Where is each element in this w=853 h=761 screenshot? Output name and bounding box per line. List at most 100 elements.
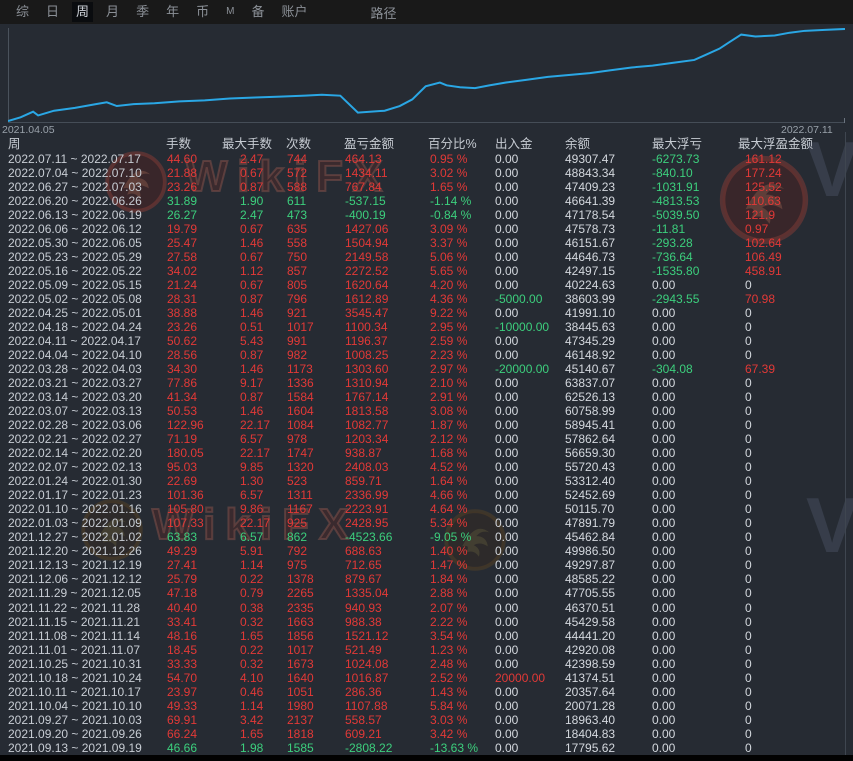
table-row[interactable]: 2022.05.09 ~ 2022.05.1521.240.678051620.… bbox=[0, 278, 853, 292]
table-row[interactable]: 2022.06.06 ~ 2022.06.1219.790.676351427.… bbox=[0, 222, 853, 236]
menu-item-4[interactable]: 月 bbox=[102, 2, 123, 22]
table-row[interactable]: 2021.09.13 ~ 2021.09.1946.661.981585-280… bbox=[0, 741, 853, 755]
table-row[interactable]: 2022.03.07 ~ 2022.03.1350.531.4616041813… bbox=[0, 404, 853, 418]
cell-times: 1336 bbox=[287, 376, 314, 390]
cell-max-float-loss: -840.10 bbox=[652, 166, 693, 180]
cell-percent: 3.02 % bbox=[430, 166, 467, 180]
table-row[interactable]: 2021.10.04 ~ 2021.10.1049.331.1419801107… bbox=[0, 699, 853, 713]
table-row[interactable]: 2022.05.16 ~ 2022.05.2234.021.128572272.… bbox=[0, 264, 853, 278]
cell-balance: 42920.08 bbox=[565, 643, 615, 657]
column-header-7[interactable]: 出入金 bbox=[495, 137, 533, 152]
column-header-9[interactable]: 最大浮亏 bbox=[652, 137, 702, 152]
cell-pnl: 1504.94 bbox=[345, 236, 388, 250]
menu-item-7[interactable]: 币 bbox=[192, 2, 213, 22]
table-row[interactable]: 2021.11.15 ~ 2021.11.2133.410.321663988.… bbox=[0, 615, 853, 629]
table-row[interactable]: 2021.10.25 ~ 2021.10.3133.330.3216731024… bbox=[0, 657, 853, 671]
table-row[interactable]: 2022.07.11 ~ 2022.07.1744.602.47744464.1… bbox=[0, 152, 853, 166]
table-row[interactable]: 2022.03.21 ~ 2022.03.2777.869.1713361310… bbox=[0, 376, 853, 390]
cell-max-lots: 5.43 bbox=[240, 334, 263, 348]
cell-percent: -13.63 % bbox=[430, 741, 478, 755]
cell-percent: 2.59 % bbox=[430, 334, 467, 348]
cell-max-lots: 0.22 bbox=[240, 572, 263, 586]
table-row[interactable]: 2022.05.23 ~ 2022.05.2927.580.677502149.… bbox=[0, 250, 853, 264]
table-row[interactable]: 2022.02.14 ~ 2022.02.20180.0522.17174793… bbox=[0, 446, 853, 460]
table-row[interactable]: 2022.01.17 ~ 2022.01.23101.366.571311233… bbox=[0, 488, 853, 502]
cell-week: 2022.06.20 ~ 2022.06.26 bbox=[8, 194, 142, 208]
table-row[interactable]: 2022.03.28 ~ 2022.04.0334.301.4611731303… bbox=[0, 362, 853, 376]
table-row[interactable]: 2022.01.10 ~ 2022.01.16105.809.861167222… bbox=[0, 502, 853, 516]
cell-deposit-withdraw: 0.00 bbox=[495, 334, 518, 348]
menu-item-1[interactable]: 综 bbox=[12, 2, 33, 22]
table-row[interactable]: 2022.04.11 ~ 2022.04.1750.625.439911196.… bbox=[0, 334, 853, 348]
table-row[interactable]: 2022.05.02 ~ 2022.05.0828.310.877961612.… bbox=[0, 292, 853, 306]
table-row[interactable]: 2021.12.06 ~ 2021.12.1225.790.221378879.… bbox=[0, 572, 853, 586]
cell-max-float-loss: -11.81 bbox=[652, 222, 685, 236]
table-row[interactable]: 2021.12.20 ~ 2021.12.2649.295.91792688.6… bbox=[0, 544, 853, 558]
table-row[interactable]: 2022.03.14 ~ 2022.03.2041.340.8715841767… bbox=[0, 390, 853, 404]
menu-item-5[interactable]: 季 bbox=[132, 2, 153, 22]
table-row[interactable]: 2021.09.20 ~ 2021.09.2666.241.651818609.… bbox=[0, 727, 853, 741]
cell-lots: 66.24 bbox=[167, 727, 197, 741]
table-row[interactable]: 2022.02.07 ~ 2022.02.1395.039.8513202408… bbox=[0, 460, 853, 474]
table-row[interactable]: 2021.11.01 ~ 2021.11.0718.450.221017521.… bbox=[0, 643, 853, 657]
cell-times: 792 bbox=[287, 544, 307, 558]
column-header-10[interactable]: 最大浮盈金额 bbox=[738, 137, 813, 152]
menu-item-8[interactable]: M bbox=[222, 2, 238, 22]
column-header-6[interactable]: 百分比% bbox=[428, 137, 477, 152]
column-header-4[interactable]: 次数 bbox=[286, 137, 311, 152]
table-row[interactable]: 2022.06.20 ~ 2022.06.2631.891.90611-537.… bbox=[0, 194, 853, 208]
menu-item-path[interactable]: 路径 bbox=[366, 2, 400, 23]
table-row[interactable]: 2021.10.11 ~ 2021.10.1723.970.461051286.… bbox=[0, 685, 853, 699]
table-row[interactable]: 2022.04.04 ~ 2022.04.1028.560.879821008.… bbox=[0, 348, 853, 362]
cell-max-lots: 0.87 bbox=[240, 348, 263, 362]
cell-max-float-loss: 0.00 bbox=[652, 376, 675, 390]
column-header-1[interactable]: 周 bbox=[8, 137, 21, 152]
table-row[interactable]: 2022.02.28 ~ 2022.03.06122.9622.17108410… bbox=[0, 418, 853, 432]
menu-item-6[interactable]: 年 bbox=[162, 2, 183, 22]
table-row[interactable]: 2022.06.27 ~ 2022.07.0323.260.87588767.8… bbox=[0, 180, 853, 194]
cell-max-float-loss: -4813.53 bbox=[652, 194, 699, 208]
table-row[interactable]: 2021.12.27 ~ 2022.01.0263.836.57862-4523… bbox=[0, 530, 853, 544]
table-row[interactable]: 2022.04.18 ~ 2022.04.2423.260.5110171100… bbox=[0, 320, 853, 334]
table-row[interactable]: 2021.12.13 ~ 2021.12.1927.411.14975712.6… bbox=[0, 558, 853, 572]
cell-week: 2021.11.15 ~ 2021.11.21 bbox=[8, 615, 140, 629]
column-header-8[interactable]: 余额 bbox=[565, 137, 590, 152]
cell-deposit-withdraw: 0.00 bbox=[495, 530, 518, 544]
table-row[interactable]: 2021.11.29 ~ 2021.12.0547.180.7922651335… bbox=[0, 586, 853, 600]
cell-balance: 57862.64 bbox=[565, 432, 615, 446]
cell-max-float-loss: 0.00 bbox=[652, 390, 675, 404]
menu-item-10[interactable]: 账户 bbox=[277, 2, 311, 22]
cell-pnl: 938.87 bbox=[345, 446, 382, 460]
cell-balance: 46370.51 bbox=[565, 601, 615, 615]
column-header-3[interactable]: 最大手数 bbox=[222, 137, 272, 152]
cell-percent: 3.54 % bbox=[430, 629, 467, 643]
cell-pnl: 1303.60 bbox=[345, 362, 388, 376]
table-row[interactable]: 2021.11.08 ~ 2021.11.1448.161.6518561521… bbox=[0, 629, 853, 643]
cell-percent: 2.48 % bbox=[430, 657, 467, 671]
cell-max-float-profit: 0 bbox=[745, 741, 752, 755]
table-row[interactable]: 2021.09.27 ~ 2021.10.0369.913.422137558.… bbox=[0, 713, 853, 727]
table-row[interactable]: 2021.11.22 ~ 2021.11.2840.400.382335940.… bbox=[0, 601, 853, 615]
column-header-5[interactable]: 盈亏金额 bbox=[344, 137, 394, 152]
cell-times: 1818 bbox=[287, 727, 314, 741]
column-header-2[interactable]: 手数 bbox=[166, 137, 191, 152]
cell-max-lots: 0.79 bbox=[240, 586, 263, 600]
menu-item-9[interactable]: 备 bbox=[247, 2, 268, 22]
cell-week: 2022.04.11 ~ 2022.04.17 bbox=[8, 334, 141, 348]
table-row[interactable]: 2022.02.21 ~ 2022.02.2771.196.579781203.… bbox=[0, 432, 853, 446]
table-row[interactable]: 2022.04.25 ~ 2022.05.0138.881.469213545.… bbox=[0, 306, 853, 320]
menu-item-2[interactable]: 日 bbox=[42, 2, 63, 22]
table-row[interactable]: 2021.10.18 ~ 2021.10.2454.704.1016401016… bbox=[0, 671, 853, 685]
table-row[interactable]: 2022.05.30 ~ 2022.06.0525.471.465581504.… bbox=[0, 236, 853, 250]
cell-pnl: 1100.34 bbox=[345, 320, 388, 334]
table-row[interactable]: 2022.01.24 ~ 2022.01.3022.691.30523859.7… bbox=[0, 474, 853, 488]
cell-max-float-loss: 0.00 bbox=[652, 404, 675, 418]
menu-item-3[interactable]: 周 bbox=[72, 2, 93, 22]
table-row[interactable]: 2022.01.03 ~ 2022.01.09107.3322.17925242… bbox=[0, 516, 853, 530]
cell-deposit-withdraw: 0.00 bbox=[495, 180, 518, 194]
cell-lots: 22.69 bbox=[167, 474, 197, 488]
table-row[interactable]: 2022.07.04 ~ 2022.07.1021.880.675721434.… bbox=[0, 166, 853, 180]
cell-max-float-loss: 0.00 bbox=[652, 629, 675, 643]
table-row[interactable]: 2022.06.13 ~ 2022.06.1926.272.47473-400.… bbox=[0, 208, 853, 222]
cell-balance: 38603.99 bbox=[565, 292, 615, 306]
